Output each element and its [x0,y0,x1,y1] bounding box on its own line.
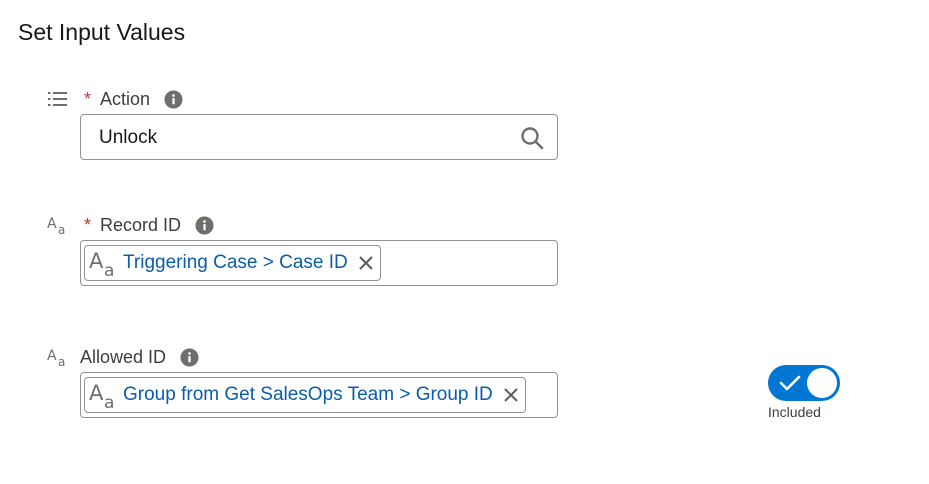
svg-text:a: a [104,261,114,277]
text-type-icon: A a [89,381,114,409]
svg-text:A: A [47,216,57,232]
action-label: * Action [84,87,183,111]
info-icon[interactable] [164,89,183,109]
include-toggle[interactable] [768,365,840,401]
required-marker: * [84,214,92,235]
toggle-knob [807,368,837,398]
required-marker: * [84,88,92,109]
action-search-input[interactable]: Unlock [80,114,558,160]
record-id-label-text: Record ID [100,214,182,235]
section-title: Set Input Values [18,19,186,45]
record-id-resource-pill[interactable]: A a Triggering Case > Case ID [84,245,381,281]
info-icon[interactable] [180,347,199,367]
action-label-text: Action [100,88,151,109]
record-id-label: * Record ID [84,213,214,237]
include-toggle-group: Included [768,365,840,420]
checkmark-icon [779,375,801,391]
allowed-id-resource-pill[interactable]: A a Group from Get SalesOps Team > Group… [84,377,526,413]
svg-text:A: A [47,348,57,364]
svg-text:a: a [58,355,65,367]
close-icon[interactable] [358,255,374,271]
text-type-icon: A a [89,249,114,277]
list-icon [48,92,67,106]
svg-text:A: A [89,249,104,273]
svg-text:a: a [58,223,65,235]
info-icon[interactable] [195,215,214,235]
record-id-input[interactable]: A a Triggering Case > Case ID [80,240,558,286]
search-icon[interactable] [520,126,544,150]
svg-text:a: a [104,393,114,409]
svg-text:A: A [89,381,104,405]
text-type-icon: A a [47,216,65,235]
action-input-value: Unlock [99,127,158,148]
close-icon[interactable] [503,387,519,403]
allowed-id-label: Allowed ID [80,345,199,369]
allowed-id-label-text: Allowed ID [80,346,167,367]
allowed-id-input[interactable]: A a Group from Get SalesOps Team > Group… [80,372,558,418]
text-type-icon: A a [47,348,65,367]
toggle-label: Included [768,404,821,420]
allowed-id-pill-text: Group from Get SalesOps Team > Group ID [123,384,493,405]
set-input-values-panel: Set Input Values * Action Unlock A a * R… [0,0,929,484]
record-id-pill-text: Triggering Case > Case ID [123,252,348,273]
